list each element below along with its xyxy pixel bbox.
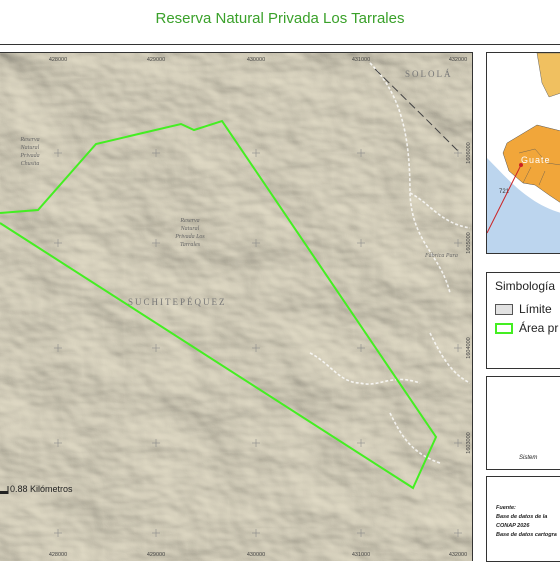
legend-panel: Simbología Límite Área pr bbox=[486, 272, 560, 369]
locator-inset[interactable]: Guate 721 bbox=[486, 52, 560, 254]
scale-bar: 0.88 Kilómetros bbox=[0, 484, 73, 494]
y-tick: 1606000 bbox=[466, 142, 472, 163]
coordinate-system-panel: Sistem bbox=[486, 376, 560, 470]
x-tick: 432000 bbox=[449, 57, 467, 63]
legend-title: Simbología bbox=[495, 279, 556, 293]
svg-text:Privada Los: Privada Los bbox=[174, 234, 205, 240]
dept-label-suchitepequez: SUCHITEPÉQUEZ bbox=[128, 297, 227, 307]
svg-text:Reserva: Reserva bbox=[179, 218, 199, 224]
x-tick: 432000 bbox=[449, 552, 467, 558]
x-tick: 430000 bbox=[247, 57, 265, 63]
inset-canvas: Guate 721 bbox=[487, 53, 560, 253]
source-line: Base de datos cartogra bbox=[496, 532, 557, 538]
y-tick: 1605000 bbox=[466, 232, 472, 253]
coord-system-label: Sistem bbox=[519, 455, 538, 461]
dept-label-solola: SOLOLÁ bbox=[405, 69, 453, 79]
legend-item-label: Límite bbox=[519, 302, 552, 316]
x-tick: 429000 bbox=[147, 552, 165, 558]
place-label-fabrica: Fábrica Para bbox=[424, 253, 458, 259]
svg-text:Natural: Natural bbox=[20, 145, 40, 151]
legend-swatch bbox=[495, 304, 513, 316]
title-bar: Reserva Natural Privada Los Tarrales bbox=[0, 0, 560, 45]
map-title: Reserva Natural Privada Los Tarrales bbox=[155, 10, 405, 27]
svg-text:Privada: Privada bbox=[19, 153, 39, 159]
sources-panel: Fuente: Base de datos de la CONAP 2026 B… bbox=[486, 476, 560, 562]
legend-item-limite: Límite bbox=[495, 302, 552, 316]
legend-item-area: Área pr bbox=[495, 321, 558, 335]
svg-text:Reserva: Reserva bbox=[19, 137, 39, 143]
x-tick: 428000 bbox=[49, 552, 67, 558]
svg-text:Natural: Natural bbox=[180, 226, 200, 232]
map-canvas[interactable]: 428000 429000 430000 431000 432000 42800… bbox=[0, 53, 472, 561]
source-heading: Fuente: bbox=[496, 505, 516, 511]
inset-label-guate: Guate bbox=[521, 155, 551, 165]
svg-text:Chusita: Chusita bbox=[21, 161, 40, 167]
svg-text:Tarrales: Tarrales bbox=[180, 242, 201, 248]
x-tick: 430000 bbox=[247, 552, 265, 558]
main-map[interactable]: 428000 429000 430000 431000 432000 42800… bbox=[0, 52, 473, 561]
legend-item-label: Área pr bbox=[519, 321, 559, 335]
y-tick: 1603000 bbox=[466, 432, 472, 453]
x-tick: 431000 bbox=[352, 57, 370, 63]
y-tick: 1604000 bbox=[466, 337, 472, 358]
source-line: CONAP 2026 bbox=[496, 523, 530, 529]
legend-swatch bbox=[495, 323, 513, 335]
x-tick: 428000 bbox=[49, 57, 67, 63]
x-tick: 429000 bbox=[147, 57, 165, 63]
source-line: Base de datos de la bbox=[496, 514, 548, 520]
inset-location-dot bbox=[519, 163, 523, 167]
x-tick: 431000 bbox=[352, 552, 370, 558]
scale-label: 0.88 Kilómetros bbox=[10, 484, 73, 494]
